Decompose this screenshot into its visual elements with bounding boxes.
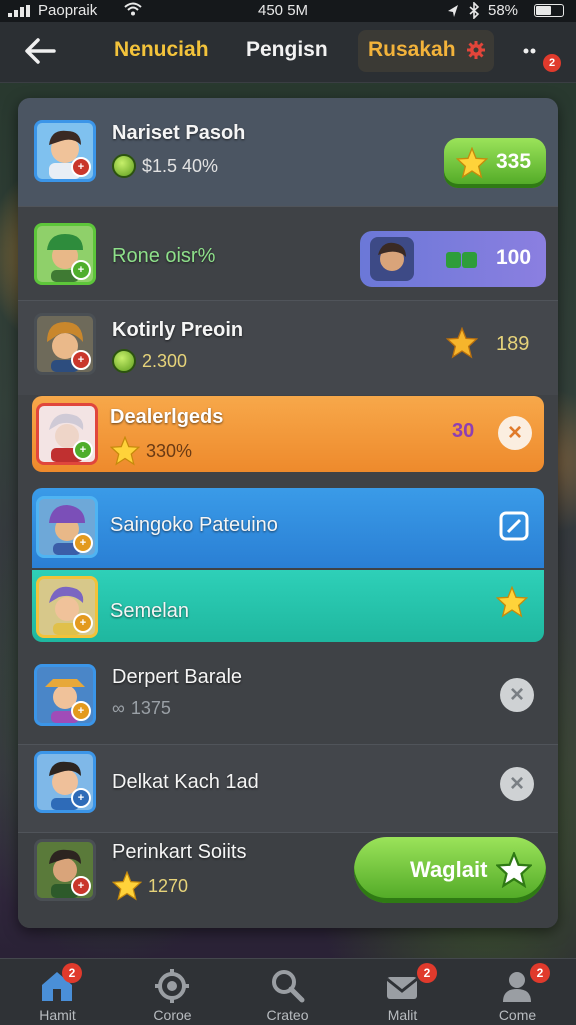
player-name: Kotirly Preoin xyxy=(112,319,244,341)
close-icon[interactable]: × xyxy=(500,767,534,801)
bottom-nav: 2 Hamit Coroe Crateo 2 Malit 2 Come xyxy=(0,958,576,1025)
nav-badge: 2 xyxy=(62,963,82,983)
claim-button[interactable]: Waglait xyxy=(354,837,546,903)
tab-pengisn[interactable]: Pengisn xyxy=(246,38,328,62)
avatar: + xyxy=(36,403,98,465)
more-badge: 2 xyxy=(543,54,561,72)
star-icon xyxy=(446,327,478,359)
avatar: + xyxy=(34,223,96,285)
tab-nenuciah[interactable]: Nenuciah xyxy=(114,38,209,62)
edit-icon[interactable] xyxy=(498,510,530,542)
bluetooth-icon xyxy=(469,2,480,19)
player-stat: $1.5 40% xyxy=(112,154,218,178)
search-icon xyxy=(272,970,305,1003)
player-stat: 330% xyxy=(110,436,192,466)
avatar: + xyxy=(36,576,98,638)
mail-icon xyxy=(386,977,418,999)
score-value: 189 xyxy=(496,333,530,355)
status-bar: Paopraik 450 5M 58% xyxy=(0,0,576,22)
close-icon[interactable]: × xyxy=(498,416,532,450)
top-header: Nenuciah Pengisn Rusakah 2 xyxy=(0,22,576,83)
player-name: Nariset Pasoh xyxy=(112,122,246,144)
player-name: Dealerlgeds xyxy=(110,406,224,428)
player-name: Perinkart Soiits xyxy=(112,841,247,863)
player-name: Semelan xyxy=(110,600,189,622)
leaderboard-panel: + Nariset Pasoh $1.5 40% 335 + Rone oisr… xyxy=(18,98,558,928)
link-icon: ∞ xyxy=(112,698,125,718)
avatar: + xyxy=(36,496,98,558)
avatar: + xyxy=(34,839,96,901)
location-icon xyxy=(448,5,458,17)
star-icon xyxy=(496,852,532,888)
avatar: + xyxy=(34,664,96,726)
player-name: Saingoko Pateuino xyxy=(110,514,278,536)
player-stat: 1270 xyxy=(112,871,188,901)
star-icon xyxy=(110,436,140,466)
nav-badge: 2 xyxy=(530,963,550,983)
more-options-icon[interactable] xyxy=(522,40,544,62)
gear-icon xyxy=(467,41,485,59)
nav-item-home[interactable]: 2 Hamit xyxy=(0,959,115,1025)
list-item[interactable]: + Kotirly Preoin 2.300 189 xyxy=(18,300,558,395)
avatar: + xyxy=(34,313,96,375)
avatar xyxy=(370,237,414,281)
list-item[interactable]: + Nariset Pasoh $1.5 40% 335 xyxy=(18,98,558,206)
list-item[interactable]: + Dealerlgeds 330% 30 × xyxy=(32,396,544,472)
list-item[interactable]: + Saingoko Pateuino xyxy=(32,488,544,568)
list-item[interactable]: + Derpert Barale ∞ 1375 × xyxy=(18,652,558,744)
signal-icon xyxy=(8,5,34,17)
score-button[interactable]: 335 xyxy=(444,138,546,188)
nav-item-profile[interactable]: 2 Come xyxy=(460,959,575,1025)
list-item[interactable]: + Delkat Kach 1ad × xyxy=(18,744,558,833)
avatar: + xyxy=(34,120,96,182)
score-value: 30 xyxy=(452,420,475,442)
battery-percent: 58% xyxy=(488,2,519,19)
nav-item-crateo[interactable]: Crateo xyxy=(230,959,345,1025)
player-stat: 2.300 xyxy=(112,349,187,373)
coin-icon xyxy=(112,154,136,178)
player-name: Rone oisr% xyxy=(112,245,216,267)
list-item[interactable]: + Rone oisr% 100 xyxy=(18,206,558,301)
nav-item-mail[interactable]: 2 Malit xyxy=(345,959,460,1025)
player-stat: ∞ 1375 xyxy=(112,698,171,718)
player-name: Derpert Barale xyxy=(112,666,243,688)
player-name: Delkat Kach 1ad xyxy=(112,771,259,793)
battery-icon xyxy=(534,4,564,17)
star-icon xyxy=(112,871,142,901)
carrier-label: Paopraik xyxy=(38,2,98,19)
list-item[interactable]: + Semelan xyxy=(32,570,544,642)
tab-rusakah-label: Rusakah xyxy=(368,38,456,61)
tab-rusakah[interactable]: Rusakah xyxy=(358,30,494,72)
clock: 450 5M xyxy=(258,2,309,19)
close-icon[interactable]: × xyxy=(500,678,534,712)
wifi-icon xyxy=(124,2,142,16)
list-item[interactable]: + Perinkart Soiits 1270 Waglait xyxy=(18,832,558,928)
star-icon[interactable] xyxy=(496,586,528,618)
settings-icon xyxy=(155,969,189,1003)
avatar: + xyxy=(34,751,96,813)
score-button[interactable]: 100 xyxy=(360,231,546,287)
nav-badge: 2 xyxy=(417,963,437,983)
coin-icon xyxy=(112,349,136,373)
cash-icon xyxy=(446,252,477,268)
back-arrow-icon[interactable] xyxy=(22,34,58,68)
nav-item-coroe[interactable]: Coroe xyxy=(115,959,230,1025)
star-icon xyxy=(456,147,488,179)
